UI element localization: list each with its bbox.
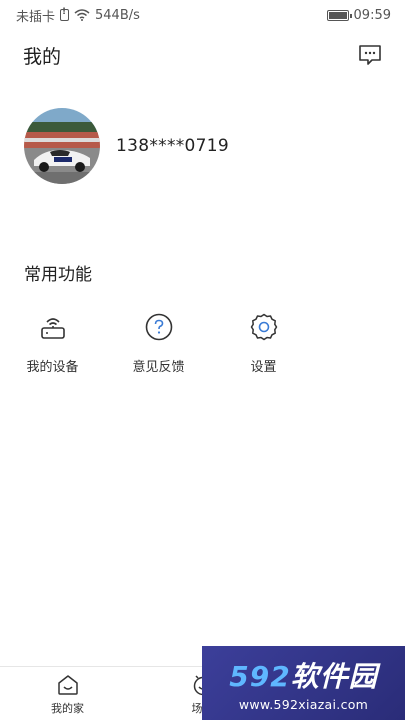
tab-label: 我的家 (51, 701, 84, 715)
feature-label: 意见反馈 (132, 360, 185, 375)
status-bar: 未插卡 544B/s 09:59 (0, 0, 405, 30)
gear-icon (247, 310, 281, 344)
tab-home[interactable]: 我的家 (0, 667, 135, 720)
avatar[interactable] (24, 108, 100, 184)
watermark-brand-number: 592 (229, 659, 291, 693)
site-watermark: 592软件园 www.592xiazai.com (202, 646, 405, 720)
section-title: 常用功能 (24, 265, 92, 285)
race-car-photo (24, 108, 100, 184)
feature-settings[interactable]: 设置 (211, 310, 316, 375)
message-button[interactable] (357, 42, 383, 68)
wifi-icon (74, 9, 90, 21)
phone-number[interactable]: 138****0719 (116, 136, 229, 156)
clock: 09:59 (353, 7, 391, 23)
network-speed: 544B/s (95, 7, 140, 23)
page-title: 我的 (23, 45, 62, 68)
feature-label: 设置 (250, 360, 277, 375)
watermark-brand-text: 软件园 (290, 659, 378, 693)
feature-grid: 我的设备 意见反馈 设置 (0, 310, 405, 375)
no-sim-icon (60, 7, 70, 21)
feature-my-devices[interactable]: 我的设备 (0, 310, 105, 375)
question-circle-icon (142, 310, 176, 344)
watermark-url: www.592xiazai.com (238, 696, 369, 712)
home-smile-icon (55, 672, 81, 698)
chat-bubble-icon (359, 45, 381, 65)
profile-section: 138****0719 (24, 108, 229, 184)
router-icon (36, 310, 70, 344)
battery-icon (326, 9, 352, 21)
status-right: 09:59 (326, 7, 391, 23)
feature-feedback[interactable]: 意见反馈 (106, 310, 211, 375)
status-left: 未插卡 544B/s (16, 6, 140, 25)
header: 我的 (0, 30, 405, 80)
watermark-brand: 592软件园 (229, 655, 377, 695)
feature-label: 我的设备 (26, 360, 79, 375)
carrier-text: 未插卡 (16, 9, 56, 25)
